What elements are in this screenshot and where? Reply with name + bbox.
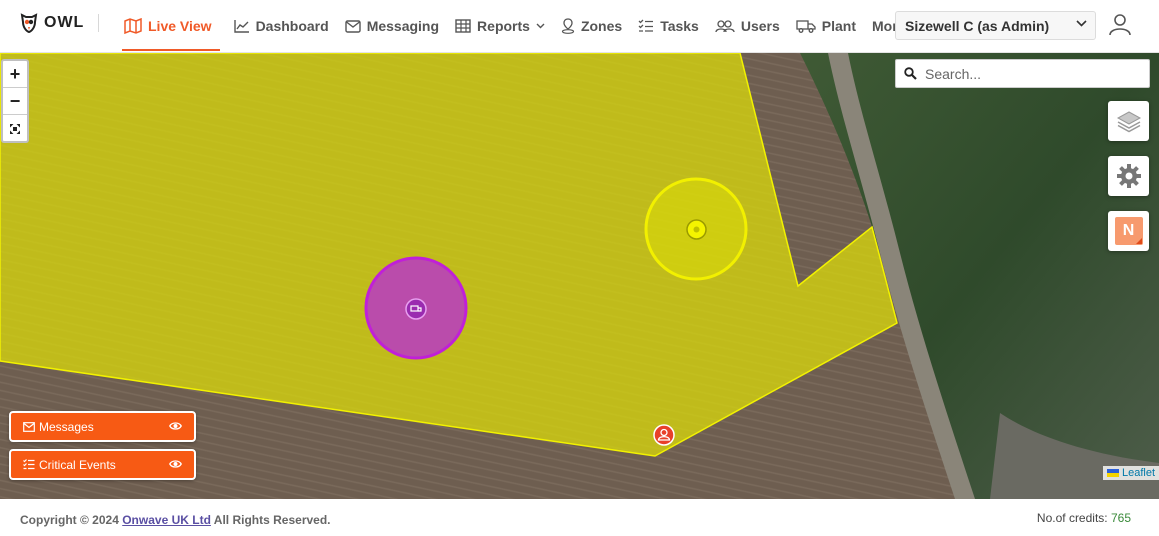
- n-badge-icon: N: [1114, 217, 1143, 245]
- credits-label: No.of credits:: [1036, 511, 1108, 525]
- ukraine-flag-icon: [1106, 469, 1119, 477]
- attribution-link[interactable]: Leaflet: [1122, 467, 1155, 479]
- nav-reports[interactable]: Reports: [447, 0, 553, 52]
- top-navbar: OWL Live View Dashboard Messaging Report…: [0, 0, 1159, 53]
- fullscreen-icon: [10, 123, 20, 134]
- nav-label: Dashboard: [255, 18, 329, 34]
- nav-label: Zones: [580, 18, 623, 34]
- checklist-icon: [638, 19, 654, 32]
- map-search: [895, 59, 1150, 88]
- divider: [98, 14, 99, 32]
- site-select-value: Sizewell C (as Admin): [905, 17, 1050, 34]
- eye-icon[interactable]: [169, 459, 182, 469]
- badge-letter: N: [1122, 222, 1135, 239]
- nav-tasks[interactable]: Tasks: [630, 0, 707, 52]
- zoom-in-button[interactable]: +: [3, 61, 27, 88]
- truck-icon: [796, 20, 816, 33]
- map-view[interactable]: + − N Messages Critical Even: [0, 53, 1159, 499]
- user-location-marker[interactable]: [653, 424, 675, 446]
- device-marker[interactable]: [686, 219, 707, 240]
- layers-icon: [1116, 111, 1141, 133]
- nav-plant[interactable]: Plant: [788, 0, 864, 52]
- chevron-down-icon: [1076, 20, 1087, 27]
- nav-label: Tasks: [660, 18, 699, 34]
- messages-label: Messages: [39, 419, 94, 434]
- nav-messaging[interactable]: Messaging: [337, 0, 447, 52]
- nav-dashboard[interactable]: Dashboard: [226, 0, 337, 52]
- envelope-icon: [23, 421, 35, 432]
- company-link[interactable]: Onwave UK Ltd: [122, 513, 211, 527]
- footer: Copyright © 2024 Onwave UK Ltd All Right…: [0, 499, 1159, 536]
- plant-truck-marker[interactable]: [405, 298, 427, 320]
- credits-value: 765: [1110, 511, 1131, 525]
- users-icon: [715, 20, 735, 33]
- nav-label: Plant: [821, 18, 857, 34]
- user-profile-icon[interactable]: [1108, 12, 1132, 36]
- nav-label: Reports: [477, 18, 530, 34]
- map-icon: [124, 18, 142, 34]
- app-badge-button[interactable]: N: [1108, 211, 1149, 251]
- nav-zones[interactable]: Zones: [553, 0, 630, 52]
- owl-logo[interactable]: OWL: [20, 12, 84, 34]
- map-attribution[interactable]: Leaflet: [1102, 466, 1159, 480]
- chart-icon: [233, 20, 249, 33]
- eye-icon[interactable]: [169, 421, 182, 431]
- nav-users[interactable]: Users: [707, 0, 788, 52]
- nav-live-view[interactable]: Live View: [116, 0, 220, 52]
- site-select[interactable]: Sizewell C (as Admin): [895, 11, 1096, 40]
- messages-panel-button[interactable]: Messages: [9, 411, 196, 442]
- copyright-suffix: All Rights Reserved.: [213, 513, 331, 527]
- zoom-controls: + −: [1, 59, 29, 143]
- critical-events-panel-button[interactable]: Critical Events: [9, 449, 196, 480]
- zoom-out-button[interactable]: −: [3, 88, 27, 115]
- search-input[interactable]: [925, 65, 1135, 82]
- chevron-down-icon: [536, 23, 545, 29]
- nav-label: Messaging: [366, 18, 440, 34]
- checklist-icon: [23, 459, 35, 470]
- settings-button[interactable]: [1108, 156, 1149, 196]
- brand-name: OWL: [44, 14, 85, 31]
- owl-logo-icon: [20, 13, 38, 33]
- fullscreen-button[interactable]: [3, 115, 27, 142]
- search-icon: [904, 67, 917, 80]
- gear-icon: [1116, 164, 1141, 188]
- nav-label: Users: [740, 18, 780, 34]
- envelope-icon: [344, 19, 361, 33]
- critical-events-label: Critical Events: [39, 457, 116, 472]
- table-icon: [455, 19, 471, 33]
- nav-label: Live View: [148, 18, 212, 34]
- copyright-text: Copyright © 2024 Onwave UK Ltd All Right…: [20, 513, 331, 527]
- main-nav: Live View Dashboard Messaging Reports Zo…: [116, 0, 928, 52]
- layers-button[interactable]: [1108, 101, 1149, 141]
- location-pin-icon: [561, 18, 575, 34]
- copyright-prefix: Copyright © 2024: [20, 513, 119, 527]
- credits-counter: No.of credits: 765: [1037, 511, 1131, 525]
